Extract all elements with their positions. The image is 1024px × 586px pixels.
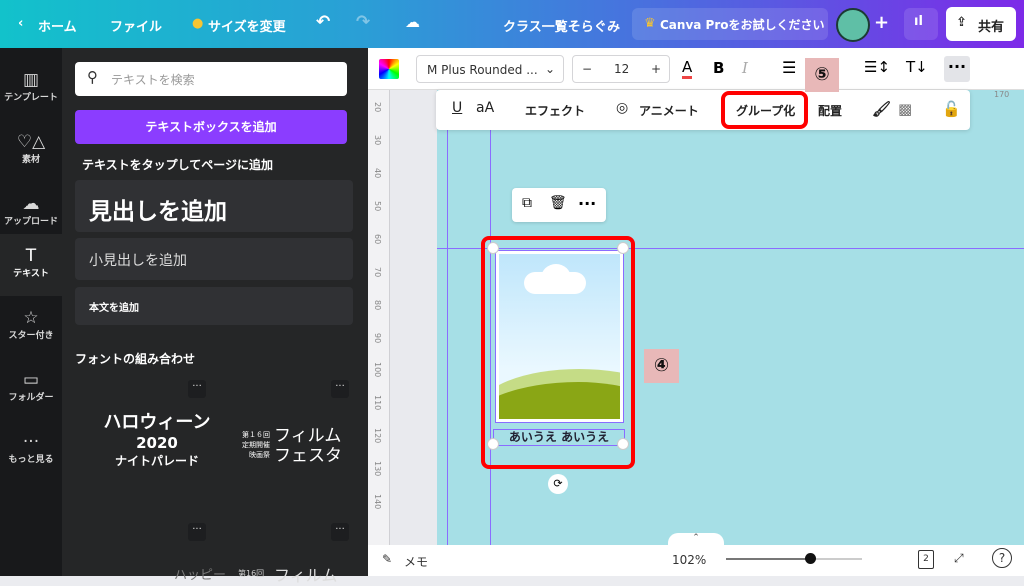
design-canvas[interactable]: 160170 ⧉ 🗑 ··· あいうえ あいうえ ⟳ ④: [437, 90, 1024, 545]
search-icon: ⚲: [87, 68, 98, 86]
text-toolbar: M Plus Rounded ... ⌄ − 12 + A B I ☰ ☰↕ T↓…: [368, 48, 1024, 90]
text-secondary-toolbar: U aA エフェクト ◎ アニメート グループ化 配置 🖌 ▩ 🔓: [436, 90, 970, 130]
upload-share-icon: ⇪: [956, 15, 967, 30]
animate-icon: ◎: [616, 100, 629, 116]
trash-icon[interactable]: 🗑: [549, 195, 567, 211]
template-icon: ▥: [22, 70, 40, 90]
bold-button[interactable]: B: [713, 59, 724, 77]
rail-uploads[interactable]: ☁ アップロード: [0, 182, 62, 242]
element-toolbar: ⧉ 🗑 ···: [512, 188, 606, 222]
canvas-margin: [390, 90, 437, 545]
highlight-box-group-button: [721, 91, 808, 129]
combo-more-icon[interactable]: ···: [188, 523, 206, 541]
zoom-slider-thumb[interactable]: [805, 553, 817, 564]
star-icon: ☆: [23, 308, 39, 328]
document-title[interactable]: クラス一覧そらぐみ: [503, 16, 620, 35]
page-count-button[interactable]: 2: [918, 550, 934, 569]
add-textbox-button[interactable]: テキストボックスを追加: [75, 110, 347, 144]
align-center-icon[interactable]: ☰: [782, 58, 796, 77]
redo-icon[interactable]: ↷: [356, 12, 370, 32]
more-options-button[interactable]: ···: [944, 56, 970, 82]
folder-icon: ▭: [22, 370, 40, 390]
combo-more-icon[interactable]: ···: [331, 380, 349, 398]
zoom-level[interactable]: 102%: [672, 553, 706, 567]
cloud-saved-icon: ☁: [405, 13, 420, 31]
text-panel: ⚲ テキストを検索 テキストボックスを追加 テキストをタップしてページに追加 見…: [62, 48, 368, 585]
rotate-icon[interactable]: ⟳: [548, 474, 568, 494]
avatar[interactable]: [836, 8, 870, 42]
font-combo-film2-small[interactable]: 第16回: [238, 568, 264, 579]
try-pro-button[interactable]: ♛ Canva Proをお試しください: [632, 8, 828, 40]
text-icon: T: [25, 246, 37, 266]
text-color-icon[interactable]: A: [682, 58, 693, 79]
left-ruler: 20 30 40 50 60 70 80 90 100 110 120 130 140: [368, 90, 390, 545]
tap-hint: テキストをタップしてページに追加: [82, 158, 274, 172]
line-spacing-icon[interactable]: ☰↕: [864, 58, 890, 76]
share-button[interactable]: ⇪ 共有: [946, 7, 1016, 41]
notes-icon[interactable]: ✎: [382, 552, 392, 566]
font-combo-film2[interactable]: フィルム: [274, 562, 337, 586]
back-chevron-icon[interactable]: ‹: [18, 16, 23, 31]
italic-button[interactable]: I: [742, 59, 748, 77]
font-size-stepper[interactable]: − 12 +: [572, 55, 670, 83]
upload-icon: ☁: [22, 194, 40, 214]
highlight-box-group: [481, 236, 635, 469]
font-combo-halloween[interactable]: ハロウィーン 2020 ナイトパレード: [82, 408, 232, 469]
lock-icon[interactable]: 🔓: [942, 100, 961, 118]
rail-elements[interactable]: ♡△ 素材: [0, 120, 62, 180]
home-link[interactable]: ホーム: [38, 16, 77, 35]
combo-more-icon[interactable]: ···: [188, 380, 206, 398]
elements-icon: ♡△: [16, 132, 46, 152]
font-combo-happy[interactable]: ハッピー: [174, 564, 226, 583]
resize-button[interactable]: サイズを変更: [208, 16, 286, 35]
insights-button[interactable]: ıl: [904, 8, 938, 40]
side-rail: ▥ テンプレート ♡△ 素材 ☁ アップロード T テキスト ☆ スター付き ▭ フォルダー…: [0, 48, 62, 576]
animate-button[interactable]: アニメート: [639, 102, 699, 119]
rail-templates[interactable]: ▥ テンプレート: [0, 58, 62, 118]
rail-text[interactable]: T テキスト: [0, 234, 62, 296]
position-button[interactable]: 配置: [818, 102, 842, 119]
increase-size-button[interactable]: +: [651, 62, 661, 76]
rail-more[interactable]: ··· もっと見る: [0, 420, 62, 480]
underline-button[interactable]: U: [452, 100, 462, 116]
vertical-text-icon[interactable]: T↓: [906, 58, 928, 76]
decrease-size-button[interactable]: −: [582, 62, 592, 76]
add-body-text[interactable]: 本文を追加: [75, 287, 353, 325]
callout-5: ⑤: [805, 58, 839, 92]
more-icon: ···: [22, 432, 40, 452]
add-subheading[interactable]: 小見出しを追加: [75, 238, 353, 280]
rail-starred[interactable]: ☆ スター付き: [0, 296, 62, 356]
font-size-value[interactable]: 12: [614, 62, 629, 76]
help-icon[interactable]: ?: [992, 548, 1012, 568]
add-member-icon[interactable]: +: [874, 12, 889, 33]
bar-chart-icon: ıl: [914, 14, 923, 29]
zoom-slider[interactable]: [726, 553, 862, 564]
notes-button[interactable]: メモ: [404, 553, 428, 570]
crown-icon: ●: [192, 16, 204, 31]
more-icon[interactable]: ···: [578, 194, 596, 213]
duplicate-icon[interactable]: ⧉: [522, 195, 532, 211]
combo-more-icon[interactable]: ···: [331, 523, 349, 541]
chevron-down-icon: ⌄: [544, 62, 555, 76]
bottom-bar: ✎ メモ 102% 2 ⤢ ?: [368, 545, 1024, 576]
transparency-icon[interactable]: ▩: [898, 100, 912, 118]
add-heading[interactable]: 見出しを追加: [75, 180, 353, 232]
case-button[interactable]: aA: [476, 100, 494, 116]
effect-button[interactable]: エフェクト: [525, 102, 585, 119]
paint-roller-icon[interactable]: 🖌: [872, 100, 891, 118]
font-combos-heading: フォントの組み合わせ: [75, 352, 196, 366]
guide-line: [447, 90, 448, 545]
callout-4: ④: [644, 349, 679, 383]
fullscreen-icon[interactable]: ⤢: [954, 551, 964, 566]
rail-folders[interactable]: ▭ フォルダー: [0, 358, 62, 418]
top-bar: ‹ ホーム ファイル ● サイズを変更 ↶ ↷ ☁ クラス一覧そらぐみ ♛ Ca…: [0, 0, 1024, 48]
undo-icon[interactable]: ↶: [316, 12, 330, 32]
color-picker-icon[interactable]: [379, 59, 399, 79]
text-search-input[interactable]: ⚲ テキストを検索: [75, 62, 347, 96]
file-menu[interactable]: ファイル: [110, 16, 162, 35]
font-family-select[interactable]: M Plus Rounded ... ⌄: [416, 55, 564, 83]
